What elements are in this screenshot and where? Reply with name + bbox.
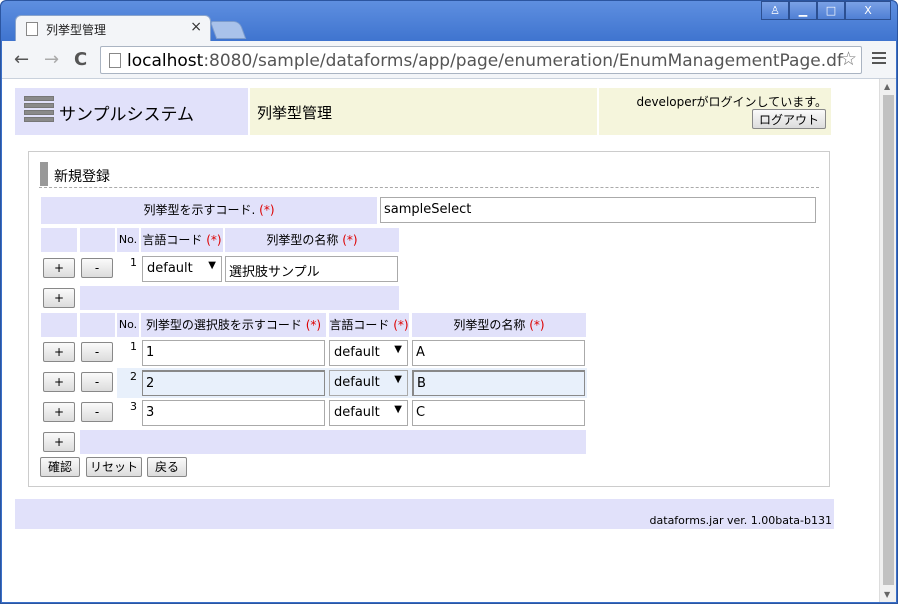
row-filler bbox=[80, 286, 399, 310]
remove-row-button[interactable]: - bbox=[81, 258, 113, 278]
option-code-input[interactable]: 1 bbox=[142, 340, 325, 366]
enum-name-input[interactable]: A bbox=[412, 340, 585, 366]
lang-select[interactable]: default ▼ bbox=[329, 340, 408, 366]
lang-select[interactable]: default ▼ bbox=[329, 370, 408, 396]
browser-window: 列挙型管理 × ♙ ▁ □ X ← → C localhost:8080/sam… bbox=[0, 0, 898, 604]
row-number: 3 bbox=[130, 400, 137, 413]
url-path: :8080/sample/dataforms/app/page/enumerat… bbox=[203, 51, 843, 71]
lang-select[interactable]: default ▼ bbox=[329, 400, 408, 426]
row-number: 1 bbox=[130, 256, 137, 269]
back-button[interactable]: 戻る bbox=[147, 457, 187, 477]
col-name: 列挙型の名称 (*) bbox=[225, 228, 399, 252]
row-filler bbox=[80, 430, 586, 454]
lang-select[interactable]: default ▼ bbox=[142, 256, 222, 282]
section-title: 新規登録 bbox=[54, 169, 110, 185]
window-controls: ♙ ▁ □ X bbox=[761, 1, 891, 20]
page-icon bbox=[109, 53, 121, 68]
col-no: No. bbox=[117, 313, 139, 337]
browser-toolbar: ← → C localhost:8080/sample/dataforms/ap… bbox=[2, 41, 896, 79]
add-row-button[interactable]: + bbox=[43, 432, 75, 452]
address-bar[interactable]: localhost:8080/sample/dataforms/app/page… bbox=[100, 46, 862, 74]
option-code-input[interactable]: 3 bbox=[142, 400, 325, 426]
system-name: サンプルシステム bbox=[59, 105, 194, 125]
col-lang: 言語コード (*) bbox=[141, 228, 223, 252]
enum-code-label: 列挙型を示すコード. (*) bbox=[41, 197, 377, 224]
enum-name-input[interactable]: C bbox=[412, 400, 585, 426]
header-blank bbox=[80, 228, 115, 252]
option-code-input[interactable]: 2 bbox=[142, 370, 325, 396]
confirm-button[interactable]: 確認 bbox=[40, 457, 80, 477]
enum-code-input[interactable]: sampleSelect bbox=[380, 197, 816, 223]
add-row-button[interactable]: + bbox=[43, 288, 75, 308]
scroll-thumb[interactable] bbox=[883, 95, 894, 585]
minimize-button[interactable]: ▁ bbox=[789, 1, 817, 20]
page-title: 列挙型管理 bbox=[257, 104, 333, 122]
scroll-down-icon[interactable]: ▼ bbox=[884, 590, 890, 599]
dropdown-arrow-icon: ▼ bbox=[394, 344, 402, 355]
tab-title: 列挙型管理 bbox=[46, 23, 107, 37]
add-row-button[interactable]: + bbox=[43, 402, 75, 422]
registration-panel: 新規登録 列挙型を示すコード. (*) sampleSelect No. 言語コ… bbox=[28, 151, 830, 487]
dropdown-arrow-icon: ▼ bbox=[208, 260, 216, 271]
dropdown-arrow-icon: ▼ bbox=[394, 374, 402, 385]
col-no: No. bbox=[117, 228, 139, 252]
row-number: 1 bbox=[130, 340, 137, 353]
add-row-button[interactable]: + bbox=[43, 372, 75, 392]
close-tab-icon[interactable]: × bbox=[190, 19, 202, 35]
col-name: 列挙型の名称 (*) bbox=[412, 313, 586, 337]
login-message: developerがログインしています。 bbox=[636, 95, 827, 109]
new-tab-button[interactable] bbox=[209, 21, 247, 39]
title-bar: 列挙型管理 × ♙ ▁ □ X bbox=[1, 1, 897, 41]
enum-name-input[interactable]: 選択肢サンプル bbox=[225, 256, 398, 282]
login-info: developerがログインしています。 ログアウト bbox=[599, 88, 831, 135]
add-row-button[interactable]: + bbox=[43, 342, 75, 362]
forward-icon[interactable]: → bbox=[44, 49, 59, 70]
vertical-scrollbar[interactable]: ▲ ▼ bbox=[879, 79, 896, 602]
browser-tab[interactable]: 列挙型管理 × bbox=[15, 15, 211, 41]
maximize-button[interactable]: □ bbox=[817, 1, 845, 20]
version-text: dataforms.jar ver. 1.00bata-b131 bbox=[649, 514, 832, 527]
section-header: 新規登録 bbox=[39, 162, 819, 188]
back-icon[interactable]: ← bbox=[14, 49, 29, 70]
enum-name-input[interactable]: B bbox=[412, 370, 585, 396]
bookmark-star-icon[interactable]: ☆ bbox=[840, 48, 857, 70]
col-lang: 言語コード (*) bbox=[329, 313, 409, 337]
menu-logo-icon[interactable] bbox=[24, 96, 54, 126]
col-option-code: 列挙型の選択肢を示すコード (*) bbox=[141, 313, 326, 337]
row-number: 2 bbox=[130, 370, 137, 383]
page-footer: dataforms.jar ver. 1.00bata-b131 bbox=[15, 499, 834, 529]
add-row-button[interactable]: + bbox=[43, 258, 75, 278]
menu-icon[interactable] bbox=[872, 52, 886, 66]
page-icon bbox=[26, 22, 38, 36]
remove-row-button[interactable]: - bbox=[81, 342, 113, 362]
system-header: サンプルシステム bbox=[15, 88, 248, 135]
logout-button[interactable]: ログアウト bbox=[752, 109, 826, 129]
header-blank bbox=[41, 228, 77, 252]
reset-button[interactable]: リセット bbox=[86, 457, 142, 477]
header-blank bbox=[80, 313, 115, 337]
url-host: localhost bbox=[127, 51, 204, 71]
close-window-button[interactable]: X bbox=[845, 1, 891, 20]
page-viewport: サンプルシステム 列挙型管理 developerがログインしています。 ログアウ… bbox=[2, 79, 896, 602]
url-text: localhost:8080/sample/dataforms/app/page… bbox=[127, 51, 843, 71]
scroll-up-icon[interactable]: ▲ bbox=[884, 82, 890, 91]
remove-row-button[interactable]: - bbox=[81, 372, 113, 392]
dropdown-arrow-icon: ▼ bbox=[394, 404, 402, 415]
user-icon[interactable]: ♙ bbox=[761, 1, 789, 20]
header-blank bbox=[41, 313, 77, 337]
remove-row-button[interactable]: - bbox=[81, 402, 113, 422]
page-header: 列挙型管理 bbox=[250, 88, 597, 135]
reload-icon[interactable]: C bbox=[74, 49, 87, 70]
section-bar bbox=[40, 162, 48, 186]
